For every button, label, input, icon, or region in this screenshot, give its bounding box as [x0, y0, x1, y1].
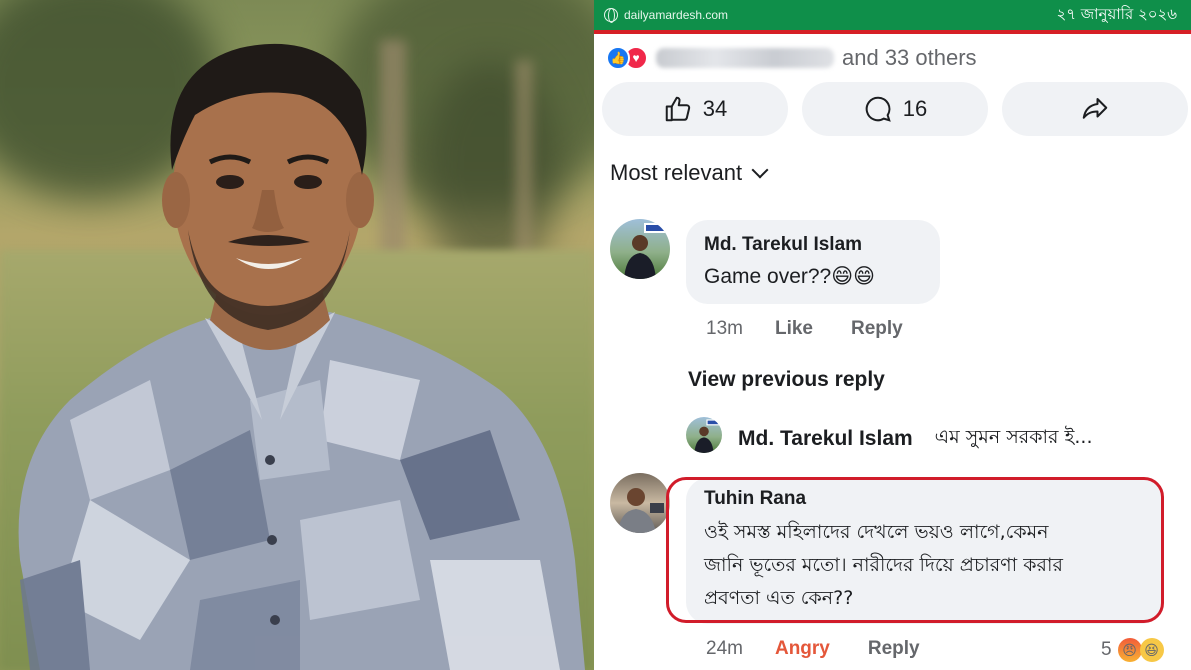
red-highlight-outline	[666, 477, 1164, 623]
thumbs-up-icon	[665, 96, 690, 122]
comment-time: 24m	[706, 638, 743, 659]
comment-time: 13m	[706, 318, 743, 339]
site-label: dailyamardesh.com	[604, 8, 729, 23]
chevron-down-icon	[751, 161, 769, 179]
reaction-count: 5	[1101, 639, 1112, 660]
reply-preview[interactable]: Md. Tarekul Islam এম সুমন সরকার ই...	[738, 423, 1093, 455]
like-link[interactable]: Like	[775, 318, 813, 340]
globe-icon	[604, 8, 618, 23]
portrait-photo	[0, 0, 594, 670]
comment-meta: 24m Angry Reply	[706, 638, 920, 660]
avatar[interactable]	[610, 473, 670, 533]
reply-link[interactable]: Reply	[868, 638, 920, 660]
date-label: ২৭ জানুয়ারি ২০২৬	[1056, 4, 1177, 23]
share-button[interactable]	[1002, 82, 1188, 136]
like-count: 34	[702, 96, 728, 121]
sort-dropdown[interactable]: Most relevant	[610, 160, 769, 186]
comment-bubble: Md. Tarekul Islam Game over??😄😄	[686, 220, 940, 304]
reply-text: এম সুমন সরকার ই...	[934, 426, 1093, 448]
comment-icon	[865, 96, 891, 122]
haha-emoji-icon: 😆	[1139, 638, 1164, 662]
site-url: dailyamardesh.com	[624, 8, 729, 22]
reply-link[interactable]: Reply	[851, 318, 903, 340]
reaction-summary[interactable]: 👍 ♥ and 33 others	[606, 44, 977, 72]
view-previous-reply-link[interactable]: View previous reply	[688, 368, 885, 392]
comment-count: 16	[902, 96, 928, 121]
comment-meta: 13m Like Reply	[706, 318, 903, 340]
reply-author: Md. Tarekul Islam	[738, 427, 913, 450]
comment-button[interactable]: 16	[802, 82, 988, 136]
comment-author[interactable]: Md. Tarekul Islam	[704, 234, 922, 256]
like-button[interactable]: 34	[602, 82, 788, 136]
blurred-name	[656, 48, 834, 68]
facebook-comments-panel: dailyamardesh.com ২৭ জানুয়ারি ২০২৬ 👍 ♥ …	[594, 0, 1191, 670]
avatar[interactable]	[686, 417, 722, 453]
reactions-text: and 33 others	[842, 45, 977, 70]
angry-emoji-icon: 😠	[1117, 638, 1142, 662]
news-header-bar: dailyamardesh.com ২৭ জানুয়ারি ২০২৬	[594, 0, 1191, 34]
comment-text: Game over??😄😄	[704, 265, 876, 288]
share-icon	[1082, 98, 1108, 119]
comment-reaction-count[interactable]: 5 😠 😆	[1101, 638, 1164, 662]
angry-reaction-link[interactable]: Angry	[775, 638, 830, 660]
sort-label: Most relevant	[610, 160, 743, 185]
like-reaction-icon: 👍	[606, 46, 630, 70]
avatar[interactable]	[610, 219, 670, 279]
